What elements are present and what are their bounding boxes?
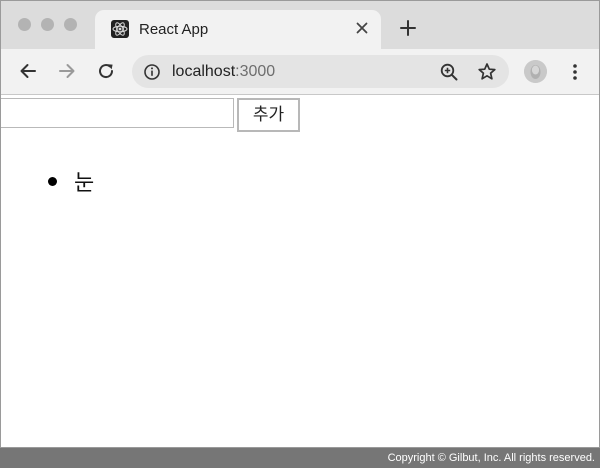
browser-window: React App localhost:3000 추가 눈 — [0, 0, 600, 448]
react-atom-icon — [111, 20, 129, 38]
list-item-text: 눈 — [74, 171, 95, 196]
zoom-in-icon[interactable] — [439, 62, 459, 82]
new-tab-icon[interactable] — [397, 17, 419, 39]
back-arrow-icon[interactable] — [17, 60, 39, 82]
tab-title: React App — [139, 21, 209, 38]
profile-avatar[interactable] — [524, 60, 547, 83]
page-content: 추가 눈 — [1, 95, 599, 447]
footer-bar: Copyright © Gilbut, Inc. All rights rese… — [0, 448, 600, 468]
url-port: :3000 — [235, 63, 276, 80]
close-tab-icon[interactable] — [353, 19, 371, 37]
maximize-window-button[interactable] — [64, 18, 77, 31]
more-vertical-icon[interactable] — [565, 61, 585, 83]
minimize-window-button[interactable] — [41, 18, 54, 31]
todo-input[interactable] — [1, 98, 234, 128]
close-window-button[interactable] — [18, 18, 31, 31]
browser-tab[interactable]: React App — [95, 10, 381, 49]
reload-icon[interactable] — [95, 60, 117, 82]
url-host: localhost — [172, 63, 236, 80]
info-icon[interactable] — [143, 63, 161, 81]
bookmark-star-icon[interactable] — [476, 61, 498, 83]
add-button[interactable]: 추가 — [237, 98, 300, 132]
tab-strip: React App — [1, 1, 599, 49]
address-bar[interactable]: localhost:3000 — [132, 55, 509, 88]
forward-arrow-icon[interactable] — [56, 60, 78, 82]
url-text: localhost:3000 — [172, 63, 275, 81]
bullet-icon — [48, 177, 57, 186]
browser-toolbar: localhost:3000 — [1, 49, 599, 95]
copyright-text: Copyright © Gilbut, Inc. All rights rese… — [387, 452, 595, 464]
